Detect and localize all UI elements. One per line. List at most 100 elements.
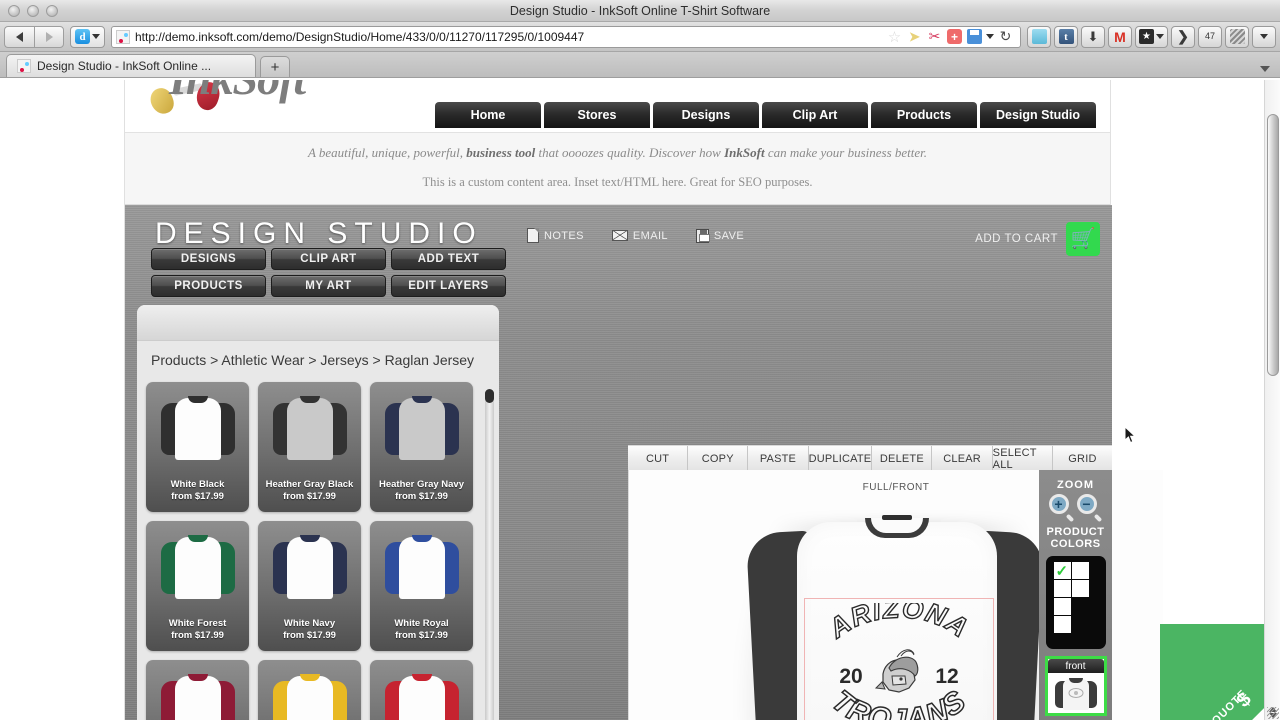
edit-button-cut[interactable]: CUT bbox=[628, 446, 689, 471]
product-card-white-maroon[interactable]: White Maroon from $17.99 bbox=[146, 660, 249, 720]
product-name: White Forest bbox=[168, 618, 227, 629]
breadcrumb[interactable]: Products > Athletic Wear > Jerseys > Rag… bbox=[137, 341, 499, 369]
product-card-white-red[interactable]: White Red from $17.99 bbox=[370, 660, 473, 720]
edit-button-copy[interactable]: COPY bbox=[688, 446, 749, 471]
add-plus-icon[interactable]: + bbox=[946, 28, 963, 45]
nav-item-home[interactable]: Home bbox=[434, 102, 541, 128]
zoom-out-button[interactable]: − bbox=[1076, 494, 1103, 523]
page-scrollbar[interactable] bbox=[1264, 80, 1280, 720]
view-thumbnail-front[interactable]: front bbox=[1044, 656, 1107, 716]
quick-quote-badge[interactable]: QUICK QUOTE $ bbox=[1160, 624, 1264, 720]
zoom-title: ZOOM bbox=[1057, 479, 1094, 491]
site-container: InkSoft Home Stores Designs Clip Art Pro… bbox=[124, 80, 1163, 720]
chevron-down-icon bbox=[92, 34, 100, 39]
product-card-text: White Forest from $17.99 bbox=[146, 618, 249, 642]
nav-item-designs[interactable]: Designs bbox=[652, 102, 759, 128]
mode-button-my-art[interactable]: MY ART bbox=[271, 275, 386, 297]
color-swatch-3[interactable] bbox=[1053, 580, 1071, 597]
mode-button-add-text[interactable]: ADD TEXT bbox=[391, 248, 506, 270]
tumblr-icon: t bbox=[1058, 29, 1074, 44]
product-card-white-gold[interactable]: White Gold from $17.99 bbox=[258, 660, 361, 720]
tab-design-studio[interactable]: Design Studio - InkSoft Online ... bbox=[6, 54, 256, 77]
product-grid: White Black from $17.99 Heather Gray Bla… bbox=[146, 382, 482, 720]
promo-text-a: A beautiful, unique, powerful, bbox=[307, 145, 467, 160]
chevron-down-icon[interactable] bbox=[986, 34, 994, 39]
tumblr-extension-button[interactable]: t bbox=[1054, 25, 1078, 48]
product-card-heather-gray-black[interactable]: Heather Gray Black from $17.99 bbox=[258, 382, 361, 512]
misc-extension-button[interactable] bbox=[1225, 25, 1249, 48]
design-artwork[interactable]: ARIZONA TROJANS 20 12 bbox=[807, 603, 991, 720]
scissors-icon[interactable]: ✂ bbox=[926, 28, 943, 45]
mode-button-designs[interactable]: DESIGNS bbox=[151, 248, 266, 270]
product-card-white-forest[interactable]: White Forest from $17.99 bbox=[146, 521, 249, 651]
trojans-artwork-svg: ARIZONA TROJANS 20 12 bbox=[822, 603, 974, 720]
artwork-year-left: 20 bbox=[839, 665, 862, 688]
tab-list-chevron-icon[interactable] bbox=[1260, 66, 1270, 72]
magnifier-handle-icon bbox=[1065, 513, 1074, 523]
page-scrollbar-thumb[interactable] bbox=[1267, 114, 1279, 376]
edit-button-grid[interactable]: GRID bbox=[1052, 446, 1113, 471]
product-card-white-royal[interactable]: White Royal from $17.99 bbox=[370, 521, 473, 651]
notification-count: 47 bbox=[1204, 31, 1215, 41]
site-logo[interactable]: InkSoft bbox=[139, 80, 379, 120]
product-price: from $17.99 bbox=[283, 630, 336, 641]
mode-button-edit-layers[interactable]: EDIT LAYERS bbox=[391, 275, 506, 297]
product-name: White Navy bbox=[283, 618, 336, 629]
right-rail: ZOOM + − PRODUCT COLORS ✓ front bbox=[1039, 470, 1112, 720]
overflow-chevron-button[interactable]: ❯ bbox=[1171, 25, 1195, 48]
avatar-extension-button[interactable] bbox=[1027, 25, 1051, 48]
color-swatch-2[interactable] bbox=[1071, 562, 1089, 579]
promo-text-e: can make your business better. bbox=[764, 145, 928, 160]
design-studio-title: DESIGN STUDIO bbox=[155, 217, 483, 250]
gmail-icon: M bbox=[1114, 28, 1126, 45]
zoom-in-button[interactable]: + bbox=[1048, 494, 1075, 523]
edit-button-duplicate[interactable]: DUPLICATE bbox=[808, 446, 873, 471]
nav-item-clip-art[interactable]: Clip Art bbox=[761, 102, 868, 128]
nav-item-design-studio[interactable]: Design Studio bbox=[979, 102, 1096, 128]
mode-button-clip-art[interactable]: CLIP ART bbox=[271, 248, 386, 270]
edit-button-select-all[interactable]: SELECT ALL bbox=[992, 446, 1053, 471]
reload-icon[interactable]: ↻ bbox=[997, 28, 1014, 45]
main-navigation: Home Stores Designs Clip Art Products De… bbox=[434, 102, 1096, 128]
email-button[interactable]: EMAIL bbox=[611, 230, 668, 242]
bookmark-star-icon[interactable]: ☆ bbox=[886, 28, 903, 46]
identity-button[interactable]: d bbox=[70, 25, 105, 48]
download-arrow-icon: ⬇ bbox=[1087, 28, 1099, 44]
cart-button[interactable]: 🛒 bbox=[1066, 222, 1100, 256]
notification-count-button[interactable]: 47 bbox=[1198, 25, 1222, 48]
nav-item-stores[interactable]: Stores bbox=[543, 102, 650, 128]
save-page-icon[interactable] bbox=[966, 28, 983, 45]
address-bar[interactable]: http://demo.inksoft.com/demo/DesignStudi… bbox=[111, 25, 1021, 48]
bookmarks-extension-button[interactable]: ★ bbox=[1135, 25, 1168, 48]
gmail-extension-button[interactable]: M bbox=[1108, 25, 1132, 48]
product-thumbnail bbox=[270, 390, 350, 472]
save-button[interactable]: SAVE bbox=[695, 228, 744, 243]
window-resize-grip[interactable] bbox=[1267, 707, 1279, 719]
product-card-white-navy[interactable]: White Navy from $17.99 bbox=[258, 521, 361, 651]
color-swatch-5[interactable] bbox=[1053, 598, 1071, 615]
back-button[interactable] bbox=[4, 25, 34, 48]
product-thumbnail bbox=[270, 529, 350, 611]
product-card-heather-gray-navy[interactable]: Heather Gray Navy from $17.99 bbox=[370, 382, 473, 512]
studio-action-bar: NOTES EMAIL SAVE bbox=[527, 228, 744, 243]
mode-button-products[interactable]: PRODUCTS bbox=[151, 275, 266, 297]
product-list-scrollbar[interactable] bbox=[485, 389, 494, 720]
forward-button[interactable] bbox=[34, 25, 64, 48]
product-list-scrollbar-thumb[interactable] bbox=[485, 389, 494, 403]
product-card-white-black[interactable]: White Black from $17.99 bbox=[146, 382, 249, 512]
notes-button[interactable]: NOTES bbox=[527, 228, 584, 243]
download-button[interactable]: ⬇ bbox=[1081, 25, 1105, 48]
floppy-disk-icon bbox=[695, 228, 710, 243]
nav-item-products[interactable]: Products bbox=[870, 102, 977, 128]
color-swatch-6[interactable] bbox=[1053, 616, 1071, 633]
toolbar-overflow-button[interactable] bbox=[1252, 25, 1276, 48]
chevron-down-icon bbox=[1260, 34, 1268, 39]
edit-button-paste[interactable]: PASTE bbox=[748, 446, 809, 471]
edit-button-clear[interactable]: CLEAR bbox=[932, 446, 993, 471]
readitlater-chevron-icon[interactable]: ➤ bbox=[906, 28, 923, 45]
product-colors-title-line2: COLORS bbox=[1050, 538, 1101, 550]
edit-button-delete[interactable]: DELETE bbox=[872, 446, 933, 471]
add-to-cart-area[interactable]: ADD TO CART 🛒 bbox=[975, 222, 1100, 256]
new-tab-button[interactable]: + bbox=[260, 56, 290, 77]
color-swatch-4[interactable] bbox=[1071, 580, 1089, 597]
